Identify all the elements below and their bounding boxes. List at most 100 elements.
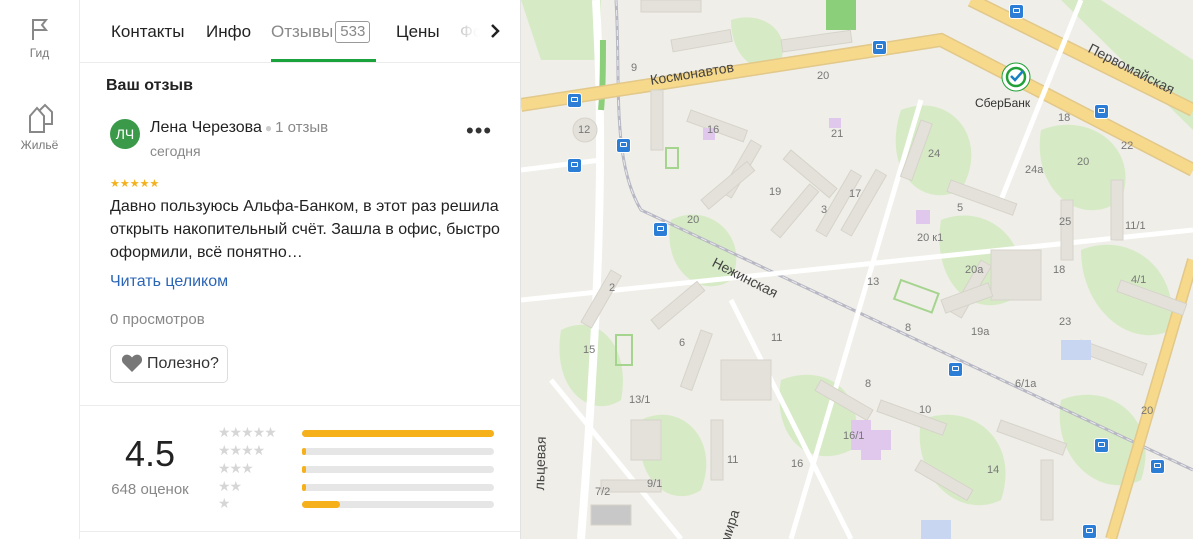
review-text: Давно пользуюсь Альфа-Банком, в этот раз…	[110, 198, 500, 261]
bus-stop-icon[interactable]	[1009, 4, 1024, 19]
bus-stop-icon[interactable]	[1150, 459, 1165, 474]
poi-label: СберБанк	[975, 96, 1031, 110]
tab-bar: Контакты Инфо Отзывы 533 Цены Фо	[80, 0, 520, 63]
tab-label: Инфо	[206, 22, 252, 41]
rail-item-label: Гид	[29, 46, 50, 60]
bus-stop-icon[interactable]	[1094, 104, 1109, 119]
ratings-count: 648 оценок	[111, 481, 189, 498]
distribution-stars: ★★★★★	[218, 424, 277, 440]
rating-distribution-row: ★★★	[218, 460, 498, 478]
house-number: 3	[821, 204, 828, 216]
house-number: 2	[609, 282, 616, 294]
org-panel: Контакты Инфо Отзывы 533 Цены Фо Ваш отзы…	[80, 0, 521, 539]
house-number: 14	[987, 464, 1000, 476]
review-author: Лена Черезова ● 1 отзыв	[150, 119, 328, 137]
tab-contacts[interactable]: Контакты	[111, 0, 184, 62]
distribution-bar-track	[302, 448, 494, 455]
house-number: 19	[769, 186, 782, 198]
house-number: 9/1	[647, 478, 663, 490]
house-number: 6	[679, 337, 686, 349]
bus-stop-icon[interactable]	[872, 40, 887, 55]
house-number: 5	[957, 202, 964, 214]
reviews-count-badge: 533	[335, 21, 371, 43]
avatar[interactable]: ЛЧ	[110, 119, 140, 149]
distribution-stars: ★★★	[218, 460, 254, 476]
house-number: 20а	[965, 264, 984, 276]
distribution-bar-fill	[302, 448, 306, 455]
distribution-bar-track	[302, 430, 494, 437]
house-number: 18	[1058, 112, 1071, 124]
more-options-icon[interactable]: •••	[466, 120, 492, 142]
tab-reviews[interactable]: Отзывы 533	[271, 0, 376, 62]
distribution-bar-fill	[302, 484, 306, 491]
rail-item-label: Жильё	[20, 138, 59, 152]
tab-label: Контакты	[111, 22, 185, 41]
flag-icon	[31, 19, 48, 40]
review-stars: ★★★★★	[110, 178, 160, 190]
rating-distribution-row: ★★★★	[218, 442, 498, 460]
bus-stop-icon[interactable]	[616, 138, 631, 153]
left-rail: Гид Жильё	[0, 0, 80, 539]
house-number: 17	[849, 188, 862, 200]
bus-stop-icon[interactable]	[948, 362, 963, 377]
house-number: 4/1	[1131, 274, 1147, 286]
read-more-link[interactable]: Читать целиком	[110, 273, 228, 291]
distribution-bar-fill	[302, 501, 340, 508]
map-canvas	[521, 0, 1193, 539]
house-number: 11	[727, 454, 739, 466]
author-name[interactable]: Лена Черезова	[150, 119, 262, 136]
rating-distribution-row: ★	[218, 495, 498, 513]
house-number: 18	[1053, 264, 1066, 276]
useful-label: Полезно?	[147, 355, 219, 372]
house-number: 24а	[1025, 164, 1044, 176]
house-number: 20 к1	[917, 232, 944, 244]
house-number: 16	[707, 124, 720, 136]
bus-stop-icon[interactable]	[567, 93, 582, 108]
house-number: 7/2	[595, 486, 611, 498]
heart-icon	[121, 354, 143, 372]
tab-info[interactable]: Инфо	[206, 0, 251, 62]
house-number: 20	[817, 70, 830, 82]
street-label: льцевая	[531, 436, 549, 491]
map[interactable]: Космонавтов Первомайская Нежинская льцев…	[521, 0, 1193, 539]
distribution-bar-fill	[302, 430, 494, 437]
house-number: 22	[1121, 140, 1134, 152]
house-number: 20	[1141, 405, 1154, 417]
house-number: 16/1	[843, 430, 865, 442]
tabs-next-button[interactable]	[480, 12, 520, 52]
chevron-right-icon	[491, 24, 500, 38]
house-number: 20	[687, 214, 700, 226]
house-number: 13	[867, 276, 880, 288]
bus-stop-icon[interactable]	[653, 222, 668, 237]
tab-label: Цены	[396, 22, 440, 41]
distribution-bar-track	[302, 501, 494, 508]
average-rating: 4.5	[124, 433, 176, 474]
rail-item-guide[interactable]: Гид	[0, 16, 79, 60]
divider	[80, 531, 520, 532]
distribution-stars: ★★	[218, 478, 242, 494]
house-number: 10	[919, 404, 932, 416]
author-review-count: 1 отзыв	[275, 119, 329, 136]
tab-label: Отзывы	[271, 22, 334, 41]
active-tab-underline	[271, 59, 376, 62]
house-number: 9	[631, 62, 638, 74]
rail-item-housing[interactable]: Жильё	[0, 102, 79, 152]
house-number: 16	[791, 458, 804, 470]
rating-distribution-row: ★★	[218, 478, 498, 496]
house-number: 23	[1059, 316, 1072, 328]
bus-stop-icon[interactable]	[1082, 524, 1097, 539]
distribution-bar-fill	[302, 466, 306, 473]
distribution-bar-track	[302, 484, 494, 491]
houses-icon	[28, 103, 53, 133]
bus-stop-icon[interactable]	[1094, 438, 1109, 453]
sberbank-logo-icon	[1001, 62, 1031, 92]
house-number: 24	[928, 148, 941, 160]
useful-button[interactable]: Полезно?	[110, 345, 228, 383]
tab-prices[interactable]: Цены	[396, 0, 440, 62]
house-number: 8	[905, 322, 912, 334]
house-number: 8	[865, 378, 872, 390]
bus-stop-icon[interactable]	[567, 158, 582, 173]
house-number: 6/1а	[1015, 378, 1037, 390]
house-number: 20	[1077, 156, 1090, 168]
house-number: 15	[583, 344, 596, 356]
